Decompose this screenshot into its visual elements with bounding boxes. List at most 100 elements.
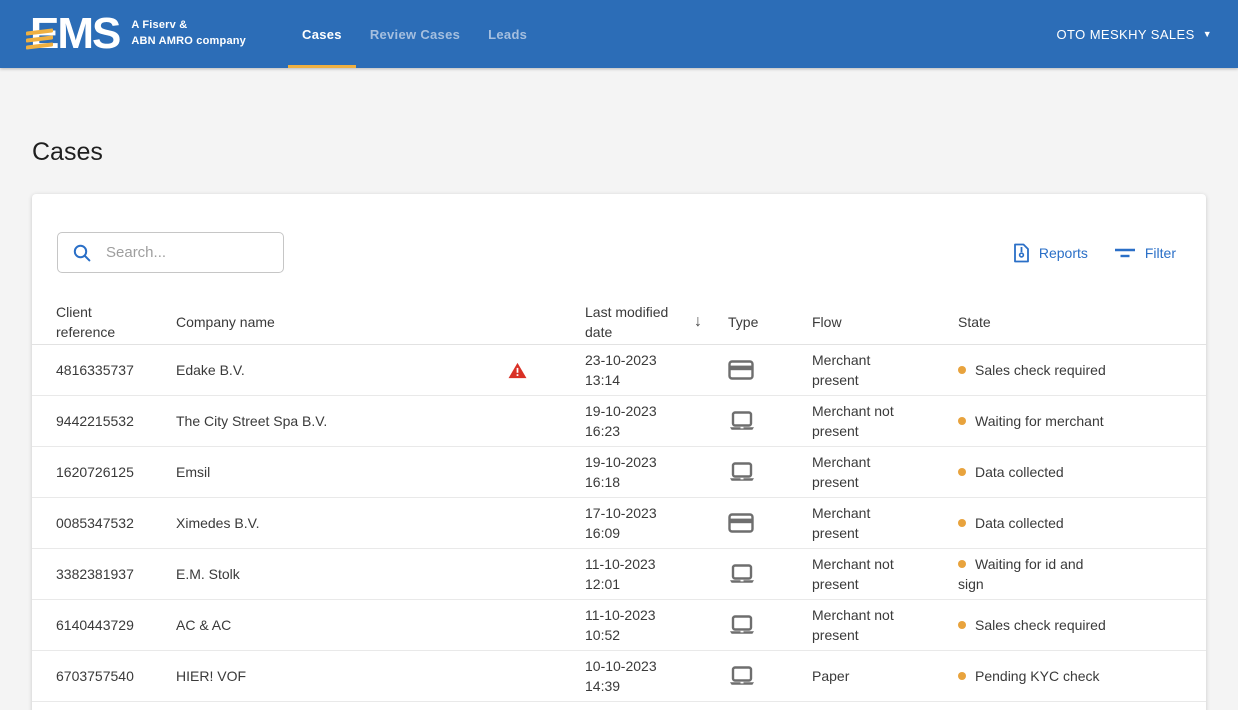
company-tagline: A Fiserv & ABN AMRO company xyxy=(131,18,246,50)
brand: EMS A Fiserv & ABN AMRO company xyxy=(0,0,246,68)
column-header-company-name[interactable]: Company name xyxy=(176,312,585,332)
company-name-cell: HIER! VOF xyxy=(176,666,585,686)
table-header-row: Client reference Company name Last modif… xyxy=(32,299,1206,345)
column-header-flow[interactable]: Flow xyxy=(812,312,958,332)
state-cell: Waiting for id and sign xyxy=(958,554,1182,594)
main-nav: Cases Review Cases Leads xyxy=(288,0,541,68)
client-reference-cell: 6703757540 xyxy=(56,666,176,686)
last-modified-date: 11-10-2023 xyxy=(585,605,656,625)
type-cell xyxy=(722,360,812,380)
client-reference-cell: 1620726125 xyxy=(56,462,176,482)
column-header-state[interactable]: State xyxy=(958,312,1182,332)
sort-descending-icon[interactable]: ↓ xyxy=(694,312,702,332)
filter-button[interactable]: Filter xyxy=(1114,245,1176,261)
state-label: Data collected xyxy=(975,515,1064,531)
company-name-cell: AC & AC xyxy=(176,615,585,635)
flow-cell: Paper xyxy=(812,666,958,686)
state-label: Sales check required xyxy=(975,617,1106,633)
type-cell xyxy=(722,564,812,584)
state-label: Data collected xyxy=(975,464,1064,480)
reports-label: Reports xyxy=(1039,245,1088,261)
last-modified-date: 11-10-2023 xyxy=(585,554,656,574)
column-header-client-reference[interactable]: Client reference xyxy=(56,302,176,342)
status-dot xyxy=(958,417,966,425)
search-input[interactable] xyxy=(106,244,271,261)
table-row[interactable]: 9442215532 The City Street Spa B.V. 19-1… xyxy=(32,396,1206,447)
last-modified-time: 14:39 xyxy=(585,676,657,696)
filter-icon xyxy=(1114,246,1136,260)
reports-button[interactable]: Reports xyxy=(1013,243,1088,263)
last-modified-time: 13:14 xyxy=(585,370,657,390)
last-modified-cell: 11-10-2023 12:01 xyxy=(585,554,722,594)
column-header-type[interactable]: Type xyxy=(722,312,812,332)
last-modified-cell: 23-10-2023 13:14 xyxy=(585,350,722,390)
nav-tab-cases[interactable]: Cases xyxy=(288,0,356,68)
flow-cell: Merchant present xyxy=(812,503,958,543)
status-dot xyxy=(958,366,966,374)
state-label: Waiting for merchant xyxy=(975,413,1104,429)
laptop-icon xyxy=(728,564,756,584)
last-modified-date: 17-10-2023 xyxy=(585,503,657,523)
last-modified-time: 16:18 xyxy=(585,472,657,492)
table-body: 4816335737 Edake B.V. 23-10-2023 13:14 xyxy=(32,345,1206,702)
toolbar: Reports Filter xyxy=(32,194,1206,299)
laptop-icon xyxy=(728,666,756,686)
state-label: Waiting for id and sign xyxy=(958,556,1083,592)
laptop-icon xyxy=(728,411,756,431)
state-cell: Waiting for merchant xyxy=(958,411,1182,431)
state-label: Pending KYC check xyxy=(975,668,1100,684)
status-dot xyxy=(958,560,966,568)
flow-cell: Merchant not present xyxy=(812,554,958,594)
company-name: AC & AC xyxy=(176,615,231,635)
warning-icon xyxy=(508,362,527,379)
nav-tab-review-cases[interactable]: Review Cases xyxy=(356,0,474,68)
table-row[interactable]: 0085347532 Ximedes B.V. 17-10-2023 16:09 xyxy=(32,498,1206,549)
table-row[interactable]: 3382381937 E.M. Stolk 11-10-2023 12:01 xyxy=(32,549,1206,600)
state-cell: Sales check required xyxy=(958,615,1182,635)
company-name-cell: Ximedes B.V. xyxy=(176,513,585,533)
status-dot xyxy=(958,621,966,629)
table-row[interactable]: 4816335737 Edake B.V. 23-10-2023 13:14 xyxy=(32,345,1206,396)
last-modified-time: 10:52 xyxy=(585,625,656,645)
column-header-last-modified[interactable]: Last modified date ↓ xyxy=(585,302,722,342)
type-cell xyxy=(722,462,812,482)
ems-logo: EMS xyxy=(30,0,119,68)
status-dot xyxy=(958,468,966,476)
type-cell xyxy=(722,411,812,431)
last-modified-time: 16:23 xyxy=(585,421,657,441)
flow-cell: Merchant not present xyxy=(812,401,958,441)
company-name: E.M. Stolk xyxy=(176,564,240,584)
last-modified-time: 12:01 xyxy=(585,574,656,594)
client-reference-cell: 9442215532 xyxy=(56,411,176,431)
company-name-cell: Edake B.V. xyxy=(176,360,585,380)
type-cell xyxy=(722,513,812,533)
company-name: HIER! VOF xyxy=(176,666,246,686)
search-box[interactable] xyxy=(57,232,284,273)
ems-logo-stripes-icon xyxy=(26,30,53,51)
client-reference-cell: 3382381937 xyxy=(56,564,176,584)
flow-cell: Merchant present xyxy=(812,350,958,390)
state-cell: Pending KYC check xyxy=(958,666,1182,686)
state-label: Sales check required xyxy=(975,362,1106,378)
user-menu-dropdown[interactable]: OTO MESKHY SALES ▼ xyxy=(1057,27,1212,42)
last-modified-date: 19-10-2023 xyxy=(585,452,657,472)
last-modified-date: 23-10-2023 xyxy=(585,350,657,370)
table-row[interactable]: 1620726125 Emsil 19-10-2023 16:18 xyxy=(32,447,1206,498)
nav-tab-leads[interactable]: Leads xyxy=(474,0,541,68)
card-machine-icon xyxy=(728,360,754,380)
state-cell: Data collected xyxy=(958,513,1182,533)
type-cell xyxy=(722,615,812,635)
client-reference-cell: 4816335737 xyxy=(56,360,176,380)
cases-card: Reports Filter Client reference Company … xyxy=(32,194,1206,710)
table-row[interactable]: 6140443729 AC & AC 11-10-2023 10:52 xyxy=(32,600,1206,651)
status-dot xyxy=(958,519,966,527)
company-name: Edake B.V. xyxy=(176,360,245,380)
company-name: Ximedes B.V. xyxy=(176,513,260,533)
type-cell xyxy=(722,666,812,686)
client-reference-cell: 6140443729 xyxy=(56,615,176,635)
client-reference-cell: 0085347532 xyxy=(56,513,176,533)
state-cell: Data collected xyxy=(958,462,1182,482)
company-name-cell: E.M. Stolk xyxy=(176,564,585,584)
last-modified-cell: 11-10-2023 10:52 xyxy=(585,605,722,645)
table-row[interactable]: 6703757540 HIER! VOF 10-10-2023 14:39 xyxy=(32,651,1206,702)
